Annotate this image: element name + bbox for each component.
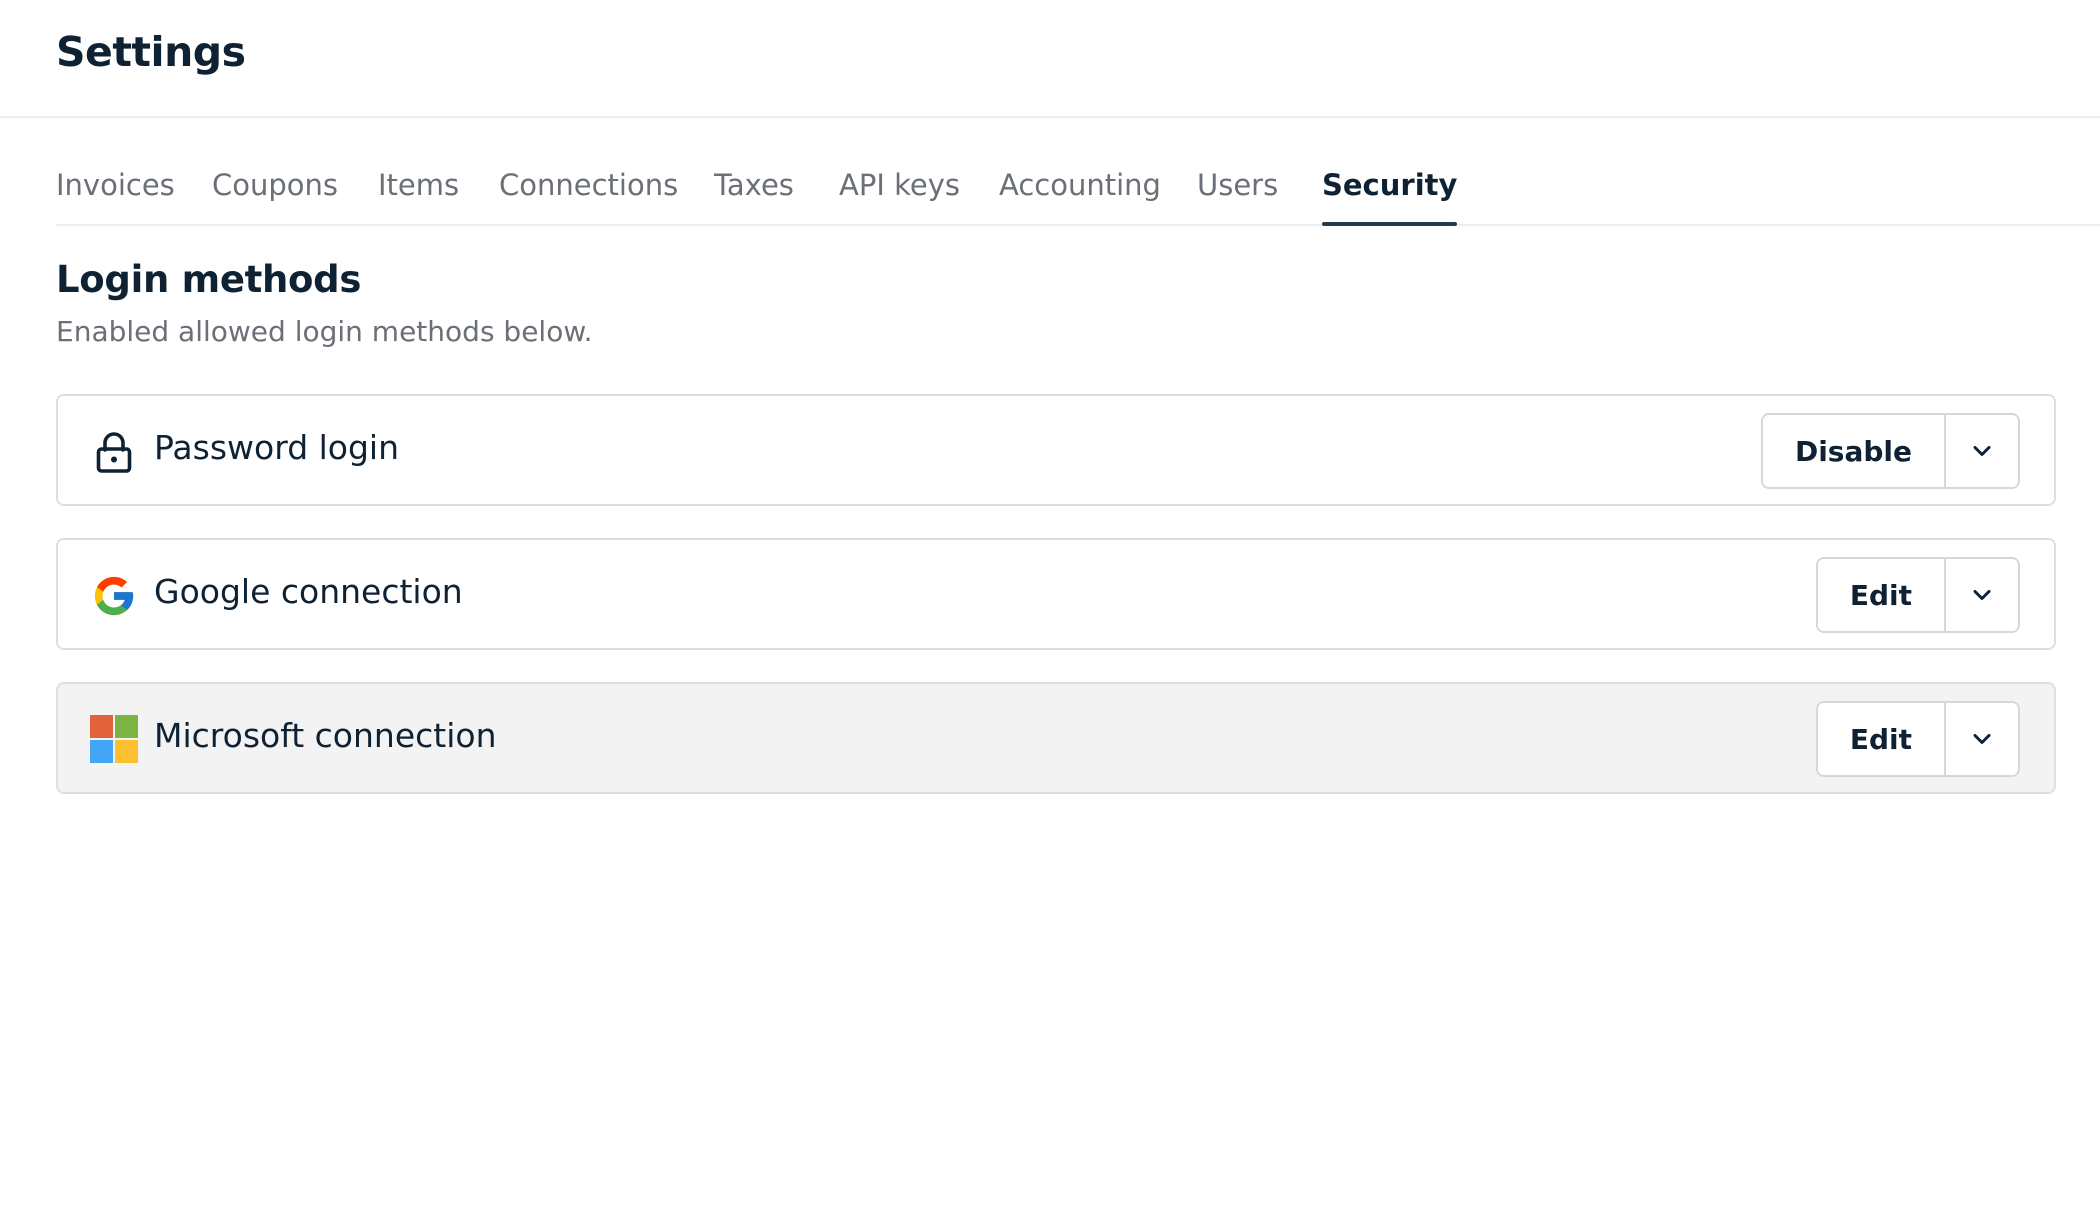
settings-tabs: Invoices Coupons Items Connections Taxes… (56, 118, 2100, 226)
password-action-group: Disable (1760, 413, 2020, 489)
tab-security[interactable]: Security (1322, 168, 1458, 226)
method-label: Google connection (154, 572, 463, 611)
edit-button[interactable]: Edit (1817, 559, 1946, 631)
method-label: Password login (154, 428, 400, 467)
tab-connections[interactable]: Connections (499, 168, 678, 224)
google-icon (91, 573, 137, 619)
login-method-google: Google connection Edit (56, 538, 2056, 650)
google-options-dropdown[interactable] (1946, 559, 2018, 631)
password-options-dropdown[interactable] (1946, 415, 2018, 487)
chevron-down-icon (1973, 734, 1991, 744)
tab-items[interactable]: Items (378, 168, 459, 224)
chevron-down-icon (1973, 590, 1991, 600)
microsoft-options-dropdown[interactable] (1946, 703, 2018, 775)
tab-taxes[interactable]: Taxes (714, 168, 794, 224)
disable-button[interactable]: Disable (1762, 415, 1946, 487)
section-title: Login methods (56, 258, 362, 301)
login-methods-section: Login methods Enabled allowed login meth… (56, 258, 2056, 348)
login-method-password: Password login Disable (56, 394, 2056, 506)
login-method-microsoft: Microsoft connection Edit (56, 682, 2056, 794)
section-subtitle: Enabled allowed login methods below. (56, 315, 593, 348)
tab-api-keys[interactable]: API keys (839, 168, 960, 224)
method-label: Microsoft connection (154, 716, 497, 755)
tab-coupons[interactable]: Coupons (212, 168, 338, 224)
tab-users[interactable]: Users (1197, 168, 1278, 224)
edit-button[interactable]: Edit (1817, 703, 1946, 775)
chevron-down-icon (1973, 446, 1991, 456)
google-action-group: Edit (1815, 557, 2020, 633)
page-title: Settings (56, 28, 246, 76)
tab-accounting[interactable]: Accounting (999, 168, 1161, 224)
tab-invoices[interactable]: Invoices (56, 168, 175, 224)
settings-header: Settings (0, 0, 2100, 118)
microsoft-icon (90, 715, 138, 763)
lock-icon (91, 429, 137, 475)
microsoft-action-group: Edit (1815, 701, 2020, 777)
